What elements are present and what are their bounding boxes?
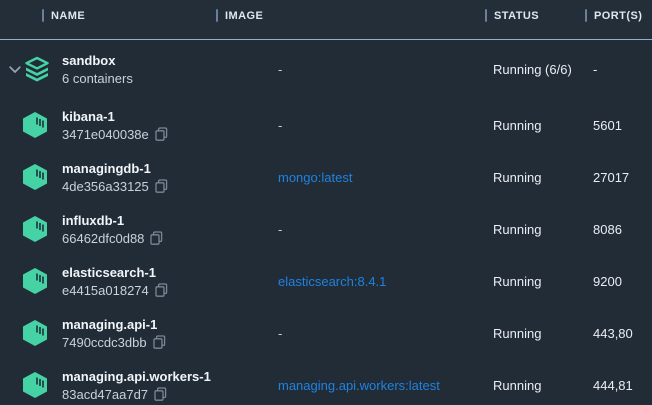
image-value: - [278,62,282,77]
containers-list: NAME IMAGE STATUS PORT(S) sandbox 6 cont… [0,0,652,405]
copy-icon[interactable] [155,283,169,298]
container-icon [22,319,48,347]
container-name: elasticsearch-1 [62,265,278,280]
compose-stack-icon [24,56,50,83]
ports-value: - [593,62,652,77]
ports-value: 443,80 [593,326,652,341]
container-id: 4de356a33125 [62,179,149,194]
status-value: Running [493,378,593,393]
table-row[interactable]: influxdb-1 66462dfc0d88 - Running 8086 [0,203,652,255]
image-value: - [278,326,282,341]
container-id: 83acd47aa7d7 [62,387,148,402]
table-row[interactable]: managing.api-1 7490ccdc3dbb - Running 44… [0,307,652,359]
table-row[interactable]: sandbox 6 containers - Running (6/6) - [0,40,652,99]
table-row[interactable]: managingdb-1 4de356a33125 mongo:latest R… [0,151,652,203]
image-link[interactable]: elasticsearch:8.4.1 [278,274,386,289]
container-icon [22,371,48,399]
ports-value: 444,81 [593,378,652,393]
column-header-label: STATUS [494,10,539,22]
container-name: managing.api.workers-1 [62,369,278,384]
table-row[interactable]: kibana-1 3471e040038e - Running 5601 [0,99,652,151]
chevron-down-icon[interactable] [9,66,21,74]
table-header: NAME IMAGE STATUS PORT(S) [0,0,652,40]
container-icon [22,215,48,243]
image-value: - [278,118,282,133]
column-header-label: NAME [51,10,85,22]
ports-value: 27017 [593,170,652,185]
column-separator [585,9,587,22]
column-separator [42,9,44,22]
container-id: 3471e040038e [62,127,149,142]
container-name: kibana-1 [62,109,278,124]
status-value: Running [493,170,593,185]
container-icon [22,163,48,191]
table-row[interactable]: elasticsearch-1 e4415a018274 elasticsear… [0,255,652,307]
image-value: - [278,222,282,237]
container-icon [22,267,48,295]
status-value: Running [493,222,593,237]
image-link[interactable]: managing.api.workers:latest [278,378,440,393]
column-separator [485,9,487,22]
ports-value: 9200 [593,274,652,289]
column-header-status[interactable]: STATUS [485,9,585,22]
copy-icon[interactable] [154,387,168,402]
ports-value: 5601 [593,118,652,133]
status-value: Running [493,326,593,341]
column-header-ports[interactable]: PORT(S) [585,9,652,22]
image-link[interactable]: mongo:latest [278,170,352,185]
copy-icon[interactable] [153,335,167,350]
column-header-label: IMAGE [225,10,263,22]
column-separator [216,9,218,22]
group-name: sandbox [62,53,278,68]
column-header-name[interactable]: NAME [42,9,216,22]
copy-icon[interactable] [150,231,164,246]
copy-icon[interactable] [155,179,169,194]
column-header-image[interactable]: IMAGE [216,9,485,22]
container-name: managingdb-1 [62,161,278,176]
ports-value: 8086 [593,222,652,237]
status-value: Running (6/6) [493,62,593,77]
container-name: influxdb-1 [62,213,278,228]
column-header-label: PORT(S) [594,10,642,22]
container-id: 7490ccdc3dbb [62,335,147,350]
container-icon [22,111,48,139]
container-id: 66462dfc0d88 [62,231,144,246]
group-container-count: 6 containers [62,71,133,86]
status-value: Running [493,274,593,289]
container-name: managing.api-1 [62,317,278,332]
container-id: e4415a018274 [62,283,149,298]
status-value: Running [493,118,593,133]
table-row[interactable]: managing.api.workers-1 83acd47aa7d7 mana… [0,359,652,405]
copy-icon[interactable] [155,127,169,142]
